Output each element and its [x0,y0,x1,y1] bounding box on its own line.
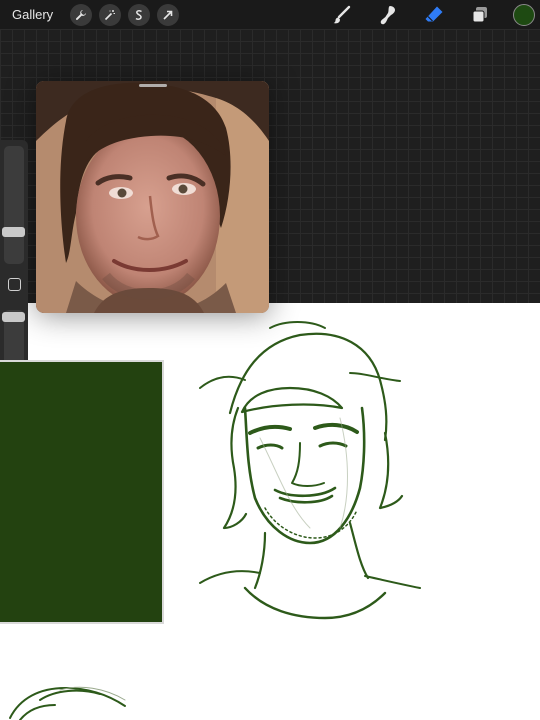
color-picker[interactable] [513,3,535,26]
opacity-thumb[interactable] [2,312,25,322]
eraser-icon [425,6,443,21]
gallery-button[interactable]: Gallery [12,7,53,22]
reference-drag-handle[interactable] [139,84,167,87]
top-toolbar: Gallery [0,0,540,29]
brush-size-thumb[interactable] [2,227,25,237]
modify-button[interactable] [8,278,21,291]
brush-tool[interactable] [331,4,353,26]
green-color-block [0,360,164,624]
adjustments-button[interactable] [99,3,122,26]
transform-button[interactable] [157,3,180,26]
partial-sketch [9,686,126,720]
selection-icon [135,9,143,20]
smudge-tool[interactable] [377,4,399,26]
wrench-icon [76,9,87,20]
brush-icon [333,5,351,23]
selection-button[interactable] [128,3,151,26]
portrait-sketch [199,321,421,620]
brush-size-slider[interactable] [4,146,24,264]
tool-group [307,0,540,29]
eraser-tool[interactable] [423,4,445,26]
transform-arrow-icon [163,10,173,20]
actions-button[interactable] [70,3,93,26]
layers-tool[interactable] [469,4,491,26]
smudge-icon [380,5,395,24]
reference-window[interactable] [36,81,269,313]
layers-icon [472,6,487,22]
magic-wand-icon [105,9,116,20]
reference-photo [36,81,269,313]
